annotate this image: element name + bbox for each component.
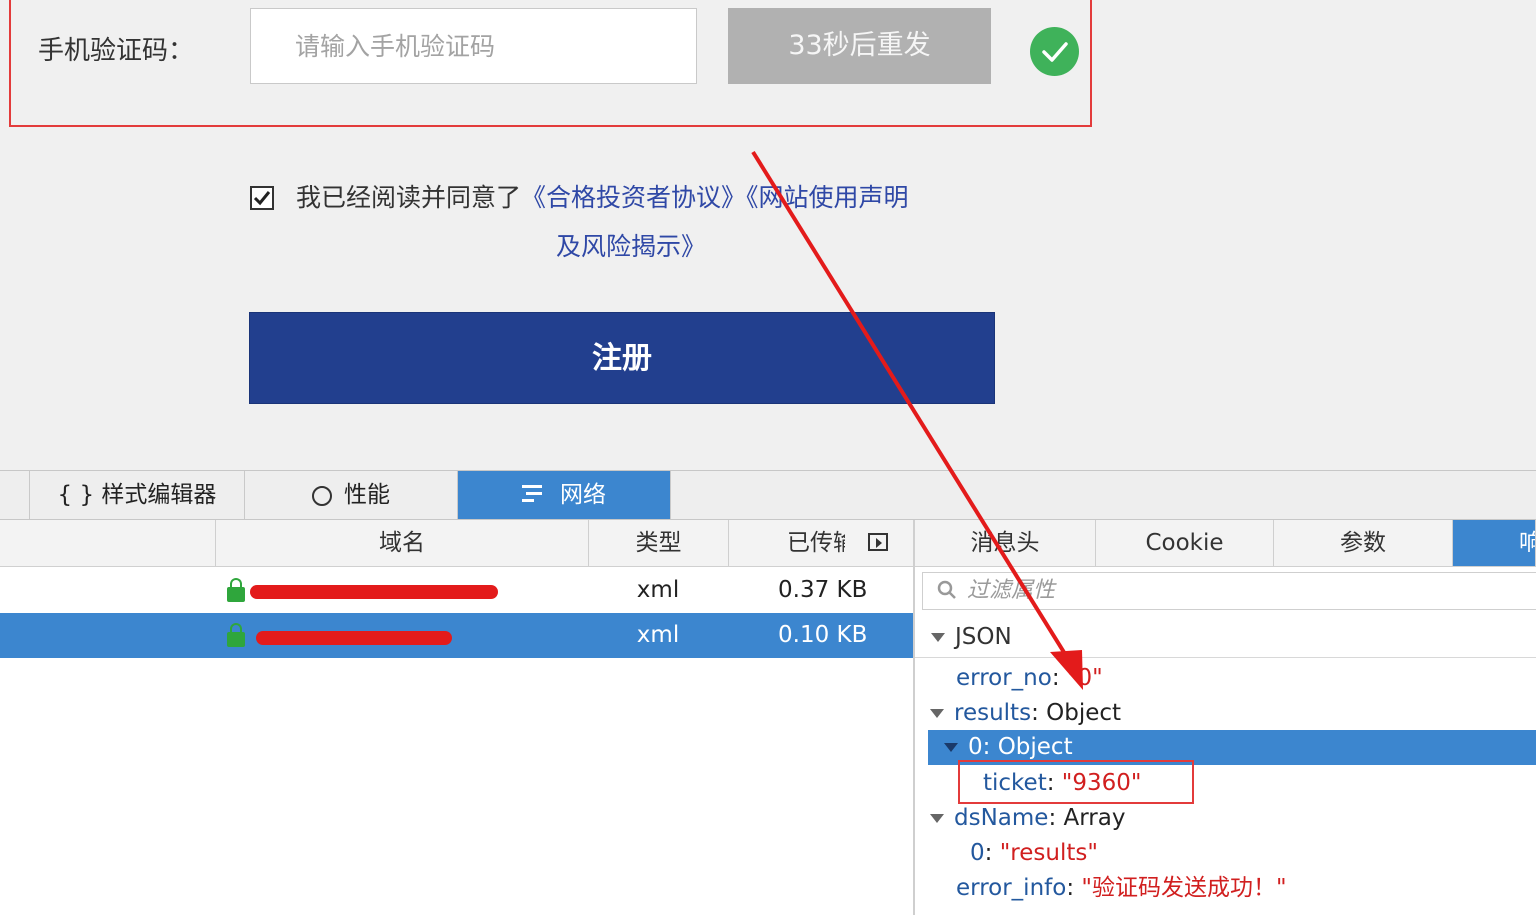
json-error-no[interactable]: error_no: "0" <box>956 661 1103 696</box>
json-dsname-0[interactable]: 0: "results" <box>970 836 1098 871</box>
register-button[interactable]: 注册 <box>249 312 995 404</box>
tab-performance[interactable]: 性能 <box>245 471 458 519</box>
json-key: error_info <box>956 875 1067 901</box>
filter-properties-input[interactable]: 过滤属性 <box>922 572 1536 610</box>
row-type: xml <box>636 577 680 603</box>
agree-text: 我已经阅读并同意了 <box>296 183 522 212</box>
json-value: "0" <box>1066 665 1103 691</box>
agree-checkbox[interactable] <box>250 186 274 210</box>
json-header-label: JSON <box>955 624 1012 650</box>
column-type[interactable]: 类型 <box>588 520 728 566</box>
json-key: results <box>954 700 1032 726</box>
tab-network-label: 网络 <box>560 482 606 508</box>
collapse-triangle-icon <box>944 743 958 752</box>
json-key: 0 <box>970 840 985 866</box>
json-item-label: 0: Object <box>968 734 1073 760</box>
tab-network[interactable]: 网络 <box>458 471 671 519</box>
tab-headers[interactable]: 消息头 <box>915 520 1096 566</box>
row-size: 0.37 KB <box>778 577 868 603</box>
annotation-ticket-box <box>958 760 1194 804</box>
collapse-triangle-icon <box>930 814 944 823</box>
table-row-selected[interactable]: xml 0.10 KB <box>0 613 914 658</box>
row-size: 0.10 KB <box>778 622 868 648</box>
row-type: xml <box>636 622 680 648</box>
column-domain[interactable]: 域名 <box>215 520 588 566</box>
phone-code-label: 手机验证码： <box>38 36 195 66</box>
json-results[interactable]: results: Object <box>930 696 1121 731</box>
phone-code-input[interactable]: 请输入手机验证码 <box>250 8 697 84</box>
agreement-text: 我已经阅读并同意了《合格投资者协议》《网站使用声明 <box>296 178 909 214</box>
gauge-icon <box>312 485 332 506</box>
tab-overflow[interactable] <box>0 471 30 519</box>
request-list-header: 域名 类型 已传输 <box>0 520 914 567</box>
search-icon <box>937 580 957 604</box>
tab-response[interactable]: 响应 <box>1453 520 1536 566</box>
tab-params[interactable]: 参数 <box>1274 520 1453 566</box>
table-row[interactable]: xml 0.37 KB <box>0 568 914 613</box>
column-transferred-label: 已传输 <box>787 530 845 556</box>
lock-icon <box>227 578 245 602</box>
json-key: error_no <box>956 665 1052 691</box>
collapse-triangle-icon <box>930 709 944 718</box>
redacted-domain <box>256 631 452 645</box>
resend-code-button[interactable]: 33秒后重发 <box>728 8 991 84</box>
detail-tab-bar: 消息头 Cookie 参数 响应 <box>915 520 1536 567</box>
qualified-investor-agreement-link[interactable]: 《合格投资者协议》 <box>521 183 746 212</box>
json-error-info[interactable]: error_info: "验证码发送成功！" <box>956 871 1287 906</box>
tab-cookie[interactable]: Cookie <box>1096 520 1274 566</box>
site-statement-link[interactable]: 《网站使用声明 <box>746 183 909 212</box>
lock-icon <box>227 623 245 647</box>
success-check-icon <box>1030 27 1079 76</box>
tab-style-editor[interactable]: { } 样式编辑器 <box>30 471 245 519</box>
json-value: Array <box>1063 805 1126 831</box>
panel-toggle-icon[interactable] <box>868 533 888 551</box>
json-key: dsName <box>954 805 1049 831</box>
risk-disclosure-link[interactable]: 及风险揭示》 <box>556 227 706 263</box>
tab-response-label: 响应 <box>1519 530 1535 566</box>
collapse-triangle-icon <box>931 633 945 642</box>
network-icon <box>522 472 548 520</box>
json-value: "验证码发送成功！" <box>1081 875 1287 901</box>
column-transferred[interactable]: 已传输 <box>728 520 914 566</box>
redacted-domain <box>250 585 498 599</box>
json-value: "results" <box>999 840 1098 866</box>
json-dsname[interactable]: dsName: Array <box>930 801 1125 836</box>
json-value: Object <box>1046 700 1122 726</box>
json-section-header[interactable]: JSON <box>915 616 1536 658</box>
tab-performance-label: 性能 <box>344 482 390 508</box>
devtools-tab-bar: { } 样式编辑器 性能 网络 <box>0 470 1536 520</box>
